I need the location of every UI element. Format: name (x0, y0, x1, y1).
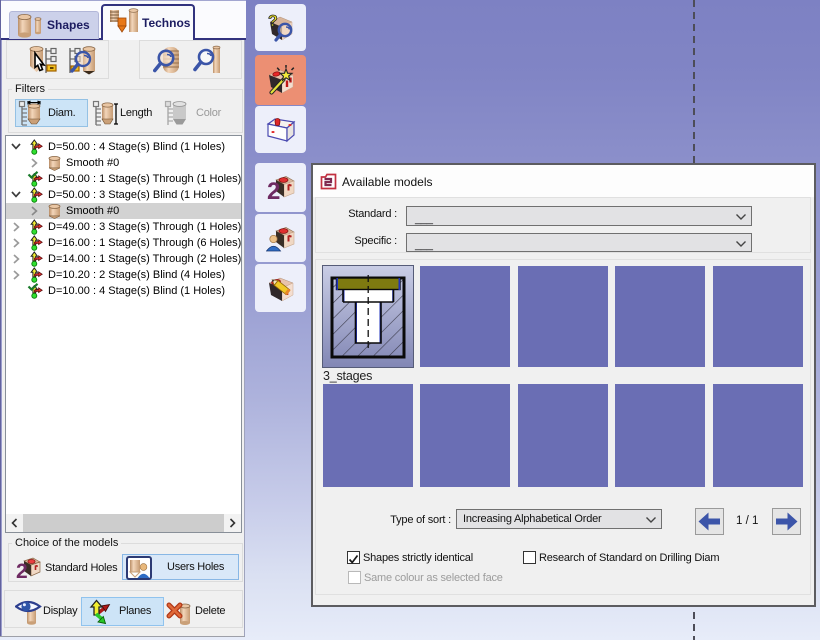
svg-text:?: ? (268, 13, 278, 30)
svg-text:2: 2 (16, 560, 28, 581)
svg-text:2: 2 (267, 178, 280, 203)
